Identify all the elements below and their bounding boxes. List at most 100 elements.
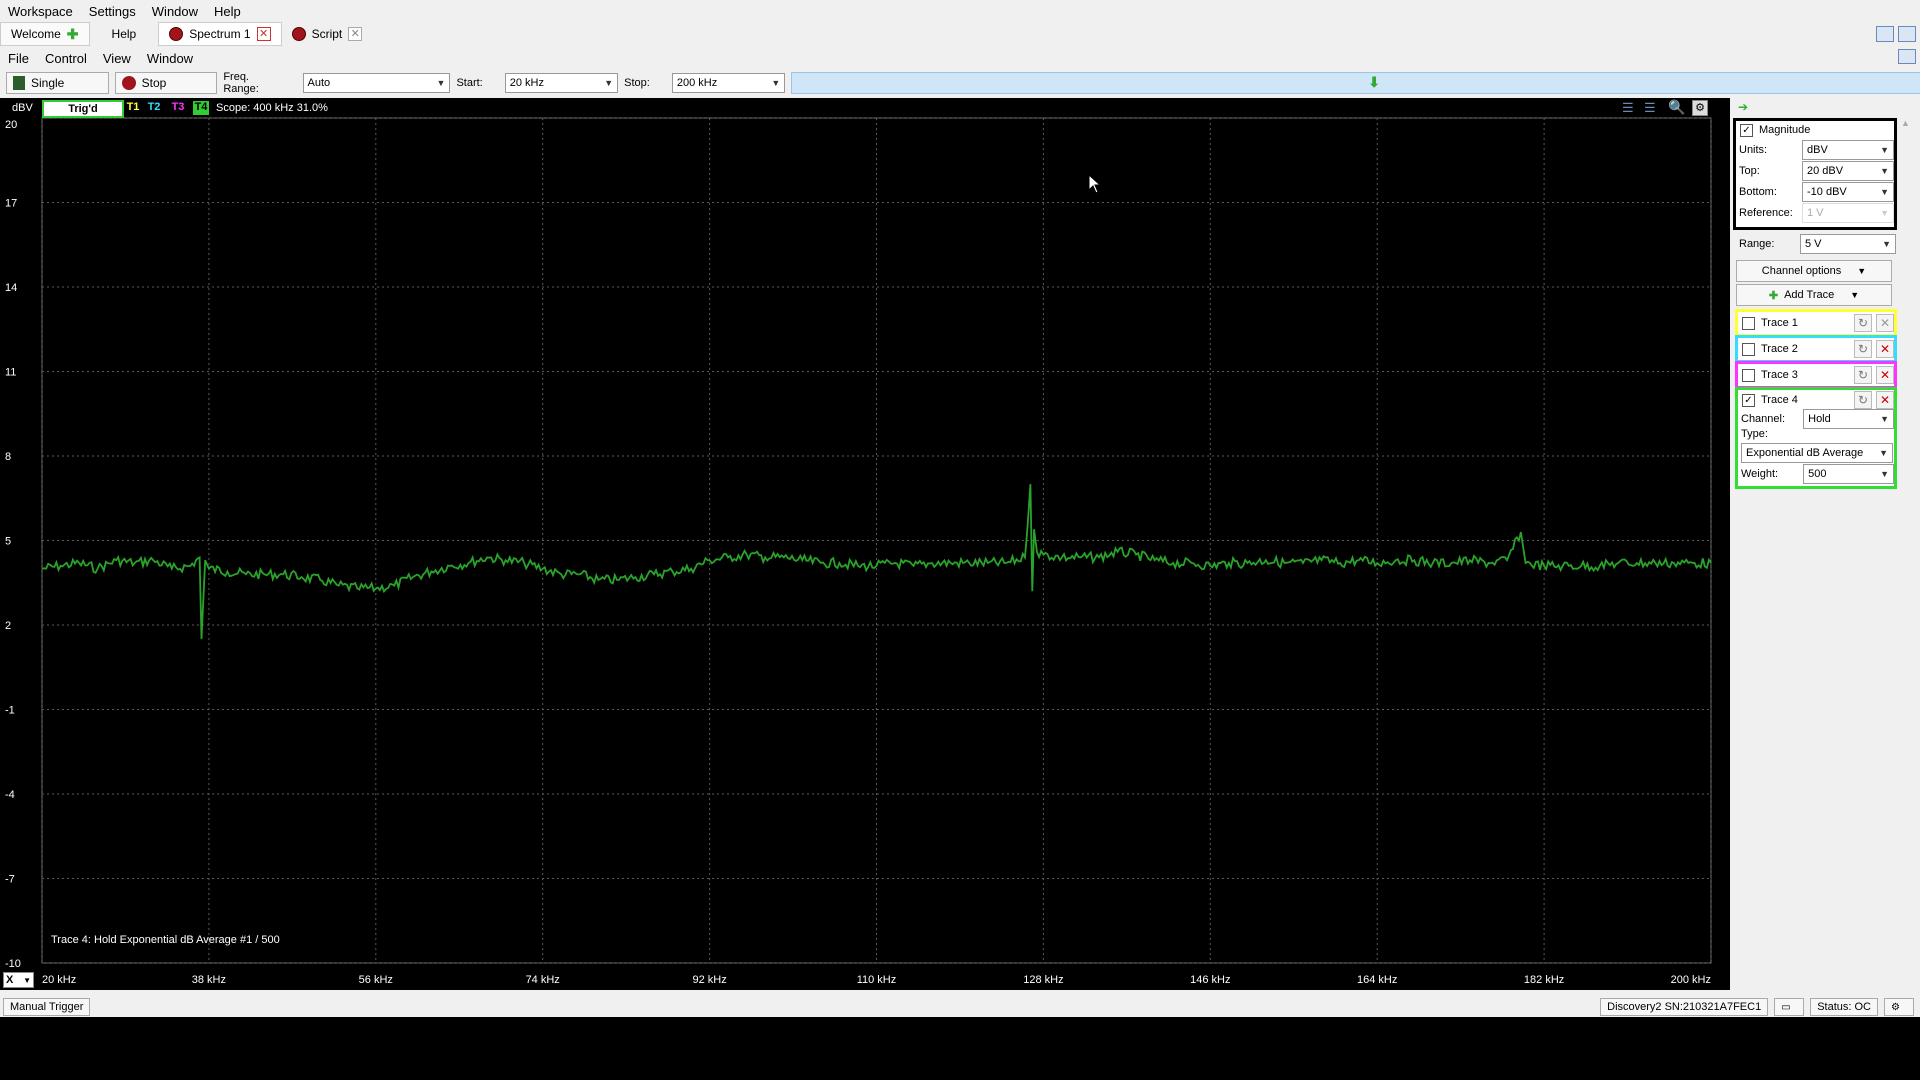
start-select[interactable]: 20 kHz ▼ (504, 73, 619, 93)
chevron-down-icon: ▼ (1880, 165, 1889, 176)
reference-row: Reference: 1 V ▼ (1736, 202, 1894, 223)
magnitude-panel: ✓ Magnitude Units: dBV ▼ Top: 20 dBV ▼ Bot… (1733, 118, 1897, 230)
status-indicator: Status: OC (1810, 998, 1878, 1016)
menu-window-sub[interactable]: Window (139, 51, 201, 66)
tab-spectrum[interactable]: Spectrum 1 ✕ (158, 22, 282, 46)
settings-icon[interactable]: ⚙ (1692, 100, 1708, 116)
main-menubar: Workspace Settings Window Help (0, 0, 249, 22)
manual-trigger-button[interactable]: Manual Trigger (3, 998, 91, 1016)
trace-toggle-t4[interactable]: T4 (193, 101, 209, 115)
top-select[interactable]: 20 dBV ▼ (1802, 160, 1894, 181)
type-label: Type: (1741, 428, 1768, 440)
close-icon[interactable]: ✕ (348, 27, 363, 41)
reference-select: 1 V ▼ (1802, 202, 1894, 223)
trace-1-checkbox[interactable] (1742, 316, 1755, 330)
reference-value: 1 V (1807, 206, 1824, 219)
units-select[interactable]: dBV ▼ (1802, 139, 1894, 160)
chevron-down-icon: ▼ (1879, 448, 1888, 458)
window-layout-icon[interactable] (1898, 26, 1916, 42)
add-icon: ✚ (1768, 289, 1779, 302)
weight-select[interactable]: 500 ▼ (1803, 464, 1894, 484)
trace-toggle-t3[interactable]: T3 (170, 101, 186, 115)
window-layout-icon[interactable] (1898, 49, 1916, 64)
type-value: Exponential dB Average (1746, 447, 1864, 459)
menu-window[interactable]: Window (144, 4, 206, 19)
x-tick-label: 38 kHz (192, 974, 226, 986)
x-tick-label: 200 kHz (1671, 974, 1711, 986)
channel-options-label: Channel options (1761, 265, 1842, 277)
reset-icon[interactable]: ↻ (1854, 391, 1872, 409)
device-info[interactable]: Discovery2 SN:210321A7FEC1 (1600, 998, 1769, 1016)
stop-freq-label: Stop: (624, 77, 650, 89)
freq-range-select[interactable]: Auto ▼ (302, 73, 451, 93)
y-tick-label: 11 (5, 367, 16, 379)
record-icon (169, 27, 184, 41)
trace-3-checkbox[interactable] (1742, 368, 1755, 382)
close-icon[interactable]: ✕ (1876, 340, 1894, 358)
stop-freq-select[interactable]: 200 kHz ▼ (671, 73, 786, 93)
menu-settings[interactable]: Settings (81, 4, 144, 19)
sidebar-scrollbar[interactable]: ▲ (1901, 118, 1911, 988)
close-icon[interactable]: ✕ (1876, 391, 1894, 409)
zoom-y-icon[interactable]: ☰ (1644, 100, 1656, 116)
tab-script[interactable]: Script ✕ (282, 23, 373, 45)
trace-2-checkbox[interactable] (1742, 342, 1755, 356)
trace-4-label: Trace 4 (1761, 394, 1798, 406)
reset-icon[interactable]: ↻ (1854, 366, 1872, 384)
tab-help[interactable]: Help (90, 23, 159, 45)
y-tick-label: 8 (5, 451, 11, 463)
trace-1-row[interactable]: Trace 1 ↻ ✕ (1735, 309, 1897, 337)
type-select[interactable]: Exponential dB Average ▼ (1741, 443, 1893, 463)
trace-toggle-t1[interactable]: T1 (125, 101, 141, 115)
trace-2-label: Trace 2 (1761, 343, 1798, 355)
app-window: Workspace Settings Window Help Welcome ✚… (0, 0, 1920, 1017)
menu-workspace[interactable]: Workspace (0, 4, 81, 19)
menu-file[interactable]: File (0, 51, 37, 66)
bottom-select[interactable]: -10 dBV ▼ (1802, 181, 1894, 202)
trace-4-checkbox[interactable]: ✓ (1742, 393, 1755, 407)
scope-info: Scope: 400 kHz 31.0% (216, 102, 328, 114)
menu-help[interactable]: Help (206, 4, 249, 19)
single-button[interactable]: Single (6, 72, 109, 94)
scroll-up-icon[interactable]: ▲ (1901, 118, 1911, 128)
acquisition-toolbar: Single Stop Freq. Range: Auto ▼ Start: 20… (0, 71, 1920, 95)
menu-view[interactable]: View (95, 51, 139, 66)
status-bar: Manual Trigger Discovery2 SN:210321A7FEC… (0, 997, 1920, 1017)
channel-options-button[interactable]: Channel options ▼ (1736, 260, 1892, 282)
chevron-down-icon: ▼ (436, 78, 446, 88)
spectrum-plot[interactable]: 20 17 14 11 8 5 2 -1 -4 -7 -10 20 kHz 38 kHz 56 kHz 7… (0, 98, 1730, 990)
trace-2-row[interactable]: Trace 2 ↻ ✕ (1735, 335, 1897, 363)
channel-label: Channel: (1741, 413, 1786, 425)
tab-welcome[interactable]: Welcome ✚ (0, 22, 90, 46)
menu-control[interactable]: Control (37, 51, 95, 66)
window-layout-icon[interactable] (1876, 26, 1894, 42)
x-axis-select[interactable]: X ▼ (3, 972, 34, 988)
zoom-icon[interactable]: 🔍 (1668, 99, 1685, 116)
trace-3-row[interactable]: Trace 3 ↻ ✕ (1735, 361, 1897, 389)
channel-row: Channel: Hold ▼ (1738, 409, 1894, 429)
close-icon[interactable]: ✕ (1876, 314, 1894, 332)
sidebar-arrow-icon[interactable]: ➔ (1738, 100, 1748, 114)
zoom-x-icon[interactable]: ☰ (1622, 100, 1634, 116)
trace-4-row[interactable]: ✓ Trace 4 ↻ ✕ (1738, 390, 1894, 410)
magnitude-checkbox[interactable]: ✓ (1740, 123, 1753, 137)
reset-icon[interactable]: ↻ (1854, 314, 1872, 332)
x-axis-label: X (6, 974, 14, 986)
stop-button[interactable]: Stop (114, 72, 218, 94)
trace-toggle-t2[interactable]: T2 (146, 101, 162, 115)
reset-icon[interactable]: ↻ (1854, 340, 1872, 358)
close-icon[interactable]: ✕ (1876, 366, 1894, 384)
y-tick-label: -7 (5, 874, 15, 886)
device-manager-icon[interactable]: ▭ (1774, 998, 1805, 1016)
units-label: Units: (1739, 143, 1768, 156)
settings-icon[interactable]: ⚙ (1884, 998, 1914, 1016)
add-icon[interactable]: ✚ (67, 26, 79, 43)
close-icon[interactable]: ✕ (256, 27, 271, 41)
y-tick-label: 20 (5, 119, 17, 131)
range-label: Range: (1739, 238, 1775, 250)
range-select[interactable]: 5 V ▼ (1800, 234, 1896, 254)
trace-overlay-text: Trace 4: Hold Exponential dB Average #1 … (51, 934, 280, 946)
channel-select[interactable]: Hold ▼ (1803, 409, 1894, 429)
add-trace-button[interactable]: ✚ Add Trace ▼ (1736, 284, 1892, 306)
type-row: Exponential dB Average ▼ (1738, 443, 1894, 463)
